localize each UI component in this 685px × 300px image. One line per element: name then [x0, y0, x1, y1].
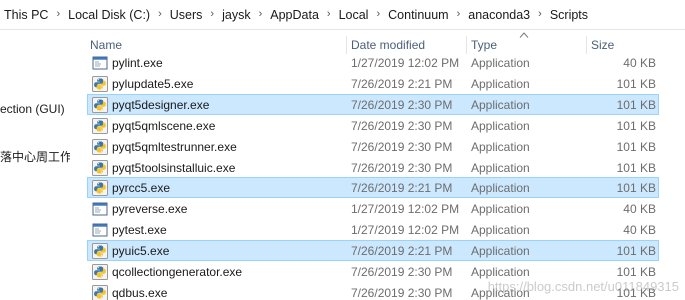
file-size: 101 KB [616, 244, 656, 259]
file-name: pytest.exe [112, 223, 167, 238]
file-date-modified: 1/27/2019 12:02 PM [351, 223, 460, 238]
file-date-modified: 7/26/2019 2:21 PM [351, 76, 453, 91]
breadcrumb-users[interactable]: Users [168, 8, 205, 22]
file-type: Application [471, 118, 530, 133]
address-bar[interactable]: This PC › Local Disk (C:) › Users › jays… [0, 0, 685, 30]
file-row[interactable]: pyrcc5.exe 7/26/2019 2:21 PM Application 10… [87, 177, 659, 199]
breadcrumb-scripts[interactable]: Scripts [548, 8, 590, 22]
file-date-modified: 1/27/2019 12:02 PM [351, 56, 460, 70]
file-size: 40 KB [623, 56, 656, 70]
breadcrumb-anaconda3[interactable]: anaconda3 [466, 8, 532, 22]
breadcrumb-local-disk[interactable]: Local Disk (C:) [66, 8, 152, 22]
nav-item[interactable]: ection (GUI) [0, 102, 65, 116]
file-row[interactable]: pytest.exe 1/27/2019 12:02 PM Application 4… [87, 219, 659, 240]
file-row[interactable]: pyqt5qmlscene.exe 7/26/2019 2:30 PM Applic… [87, 115, 659, 136]
file-row[interactable]: pylupdate5.exe 7/26/2019 2:21 PM Applicati… [87, 73, 659, 94]
file-size: 101 KB [616, 76, 656, 91]
file-name: pyrcc5.exe [112, 181, 171, 196]
python-icon [92, 284, 108, 300]
file-type: Application [471, 56, 530, 70]
file-size: 101 KB [616, 97, 656, 112]
exe-window-icon [92, 222, 108, 238]
file-type: Application [471, 265, 530, 279]
file-name: pyqt5designer.exe [112, 97, 210, 112]
file-size: 101 KB [616, 160, 656, 175]
chevron-right-icon[interactable]: › [376, 8, 380, 20]
file-date-modified: 7/26/2019 2:30 PM [351, 139, 453, 154]
file-name: pyqt5toolsinstalluic.exe [112, 160, 236, 175]
chevron-right-icon[interactable]: › [158, 8, 162, 20]
column-header-name[interactable]: Name [90, 38, 122, 52]
file-row[interactable]: pyreverse.exe 1/27/2019 12:02 PM Applicati… [87, 198, 659, 219]
file-type: Application [471, 181, 530, 196]
file-row[interactable]: pylint.exe 1/27/2019 12:02 PM Application 4… [87, 52, 659, 73]
file-name: pylint.exe [112, 56, 163, 70]
file-type: Application [471, 160, 530, 175]
chevron-right-icon[interactable]: › [259, 8, 263, 20]
file-size: 101 KB [616, 118, 656, 133]
python-icon [92, 96, 108, 113]
file-type: Application [471, 76, 530, 91]
chevron-right-icon[interactable]: › [457, 8, 461, 20]
file-name: qdbus.exe [112, 285, 168, 300]
breadcrumb-this-pc[interactable]: This PC [0, 8, 50, 22]
file-date-modified: 1/27/2019 12:02 PM [351, 202, 460, 217]
file-type: Application [471, 244, 530, 259]
exe-window-icon [92, 201, 108, 217]
file-size: 40 KB [623, 223, 656, 238]
python-icon [92, 159, 108, 176]
breadcrumb-continuum[interactable]: Continuum [386, 8, 450, 22]
file-row[interactable]: pyqt5designer.exe 7/26/2019 2:30 PM Applic… [87, 93, 659, 115]
file-name: pyuic5.exe [112, 244, 170, 259]
navigation-pane: ection (GUI) 落中心周工作. [0, 30, 70, 300]
file-type: Application [471, 97, 530, 112]
file-size: 101 KB [616, 139, 656, 154]
file-type: Application [471, 223, 530, 238]
file-date-modified: 7/26/2019 2:21 PM [351, 244, 453, 259]
file-list: Name Date modified Type Size pylint.exe 1… [72, 30, 685, 300]
file-date-modified: 7/26/2019 2:21 PM [351, 181, 453, 196]
python-icon [92, 75, 108, 92]
python-icon [92, 117, 108, 134]
file-name: qcollectiongenerator.exe [112, 265, 243, 279]
python-icon [92, 138, 108, 155]
column-header-type[interactable]: Type [471, 38, 497, 52]
file-type: Application [471, 139, 530, 154]
file-date-modified: 7/26/2019 2:30 PM [351, 160, 453, 175]
file-name: pyreverse.exe [112, 202, 188, 217]
breadcrumb-local[interactable]: Local [337, 8, 371, 22]
chevron-right-icon[interactable]: › [56, 8, 60, 20]
column-header-size[interactable]: Size [591, 38, 614, 52]
python-icon [92, 243, 108, 260]
file-row[interactable]: pyqt5qmltestrunner.exe 7/26/2019 2:30 PM A… [87, 136, 659, 157]
chevron-right-icon[interactable]: › [327, 8, 331, 20]
file-date-modified: 7/26/2019 2:30 PM [351, 265, 453, 279]
exe-window-icon [92, 55, 108, 71]
file-size: 101 KB [616, 265, 656, 279]
file-size: 101 KB [616, 181, 656, 196]
file-row[interactable]: pyqt5toolsinstalluic.exe 7/26/2019 2:30 P… [87, 157, 659, 178]
breadcrumb: This PC › Local Disk (C:) › Users › jays… [0, 7, 590, 23]
file-row[interactable]: pyuic5.exe 7/26/2019 2:21 PM Application 10… [87, 240, 659, 262]
python-icon [92, 180, 108, 197]
file-type: Application [471, 202, 530, 217]
breadcrumb-appdata[interactable]: AppData [268, 8, 321, 22]
python-icon [92, 264, 108, 280]
chevron-right-icon[interactable]: › [538, 8, 542, 20]
watermark: https://blog.csdn.net/u011849315 [487, 279, 679, 294]
file-name: pylupdate5.exe [112, 76, 194, 91]
file-date-modified: 7/26/2019 2:30 PM [351, 285, 453, 300]
file-size: 40 KB [623, 202, 656, 217]
breadcrumb-jaysk[interactable]: jaysk [220, 8, 252, 22]
chevron-right-icon[interactable]: › [210, 8, 214, 20]
column-header-date[interactable]: Date modified [351, 38, 425, 52]
file-name: pyqt5qmlscene.exe [112, 118, 216, 133]
nav-item[interactable]: 落中心周工作. [0, 148, 70, 165]
file-name: pyqt5qmltestrunner.exe [112, 139, 237, 154]
file-date-modified: 7/26/2019 2:30 PM [351, 97, 453, 112]
file-date-modified: 7/26/2019 2:30 PM [351, 118, 453, 133]
